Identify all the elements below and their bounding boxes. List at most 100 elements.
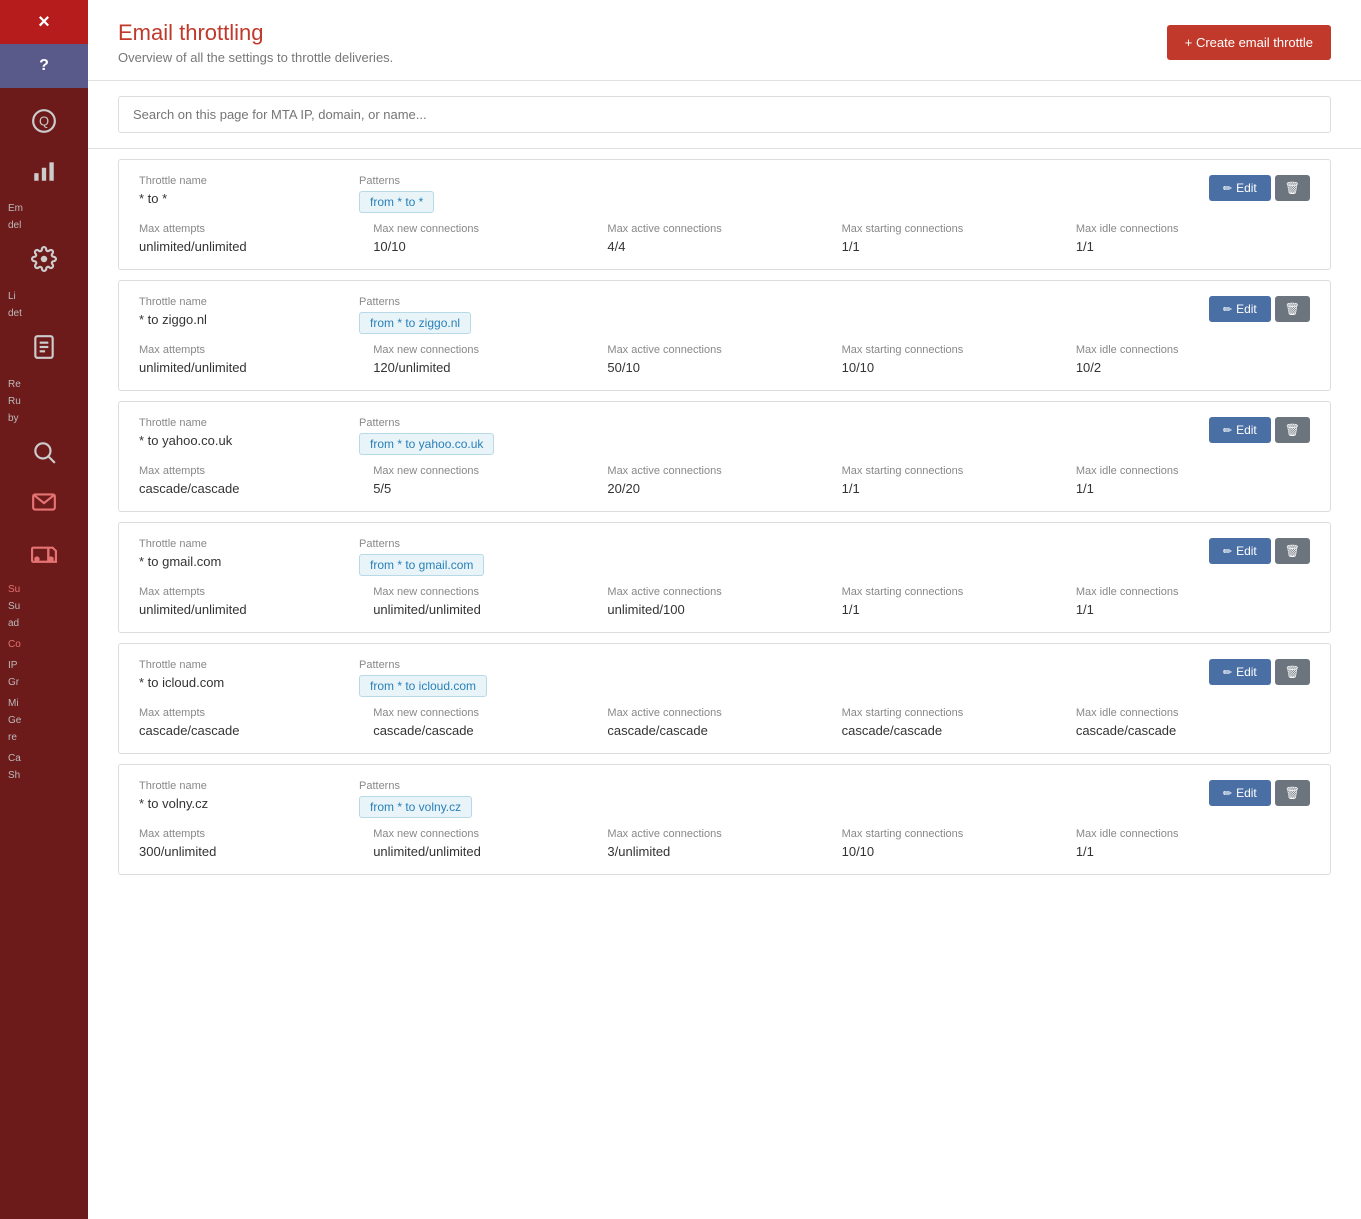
delete-icon: 🗑 (1285, 544, 1300, 558)
truck-icon (31, 539, 57, 565)
throttle-name-label: Throttle name (139, 296, 319, 308)
stat-col: Max active connections 4/4 (607, 223, 841, 254)
stat-label: Max starting connections (842, 828, 1076, 840)
pattern-tag: from * to gmail.com (359, 554, 484, 576)
stat-col: Max starting connections 10/10 (842, 344, 1076, 375)
nav-item-em[interactable]: Em (0, 200, 88, 217)
stat-value: 10/10 (842, 360, 1076, 375)
stat-value: 1/1 (1076, 481, 1310, 496)
nav-item-su[interactable]: Su (0, 581, 88, 598)
nav-item-re2[interactable]: re (0, 729, 88, 746)
doc-nav-icon[interactable] (0, 322, 88, 372)
delete-button[interactable]: 🗑 (1275, 175, 1310, 201)
stat-value: cascade/cascade (139, 481, 373, 496)
bar-chart-icon (31, 158, 57, 184)
settings-nav-icon[interactable] (0, 234, 88, 284)
stat-label: Max active connections (607, 828, 841, 840)
mail-icon (31, 489, 57, 515)
throttle-name-label: Throttle name (139, 417, 319, 429)
nav-item-del[interactable]: del (0, 217, 88, 234)
delete-button[interactable]: 🗑 (1275, 417, 1310, 443)
stat-col: Max attempts 300/unlimited (139, 828, 373, 859)
sidebar: × ? Q Em del (0, 0, 88, 1219)
nav-item-mi[interactable]: Mi (0, 695, 88, 712)
throttle-card: Throttle name * to gmail.com Patterns fr… (118, 522, 1331, 633)
throttle-patterns-section: Patterns from * to * (359, 175, 1209, 213)
edit-button[interactable]: ✏ Edit (1209, 780, 1271, 806)
edit-icon: ✏ (1223, 424, 1232, 437)
stat-value: unlimited/100 (607, 602, 841, 617)
nav-item-sh[interactable]: Sh (0, 767, 88, 784)
throttle-patterns-section: Patterns from * to icloud.com (359, 659, 1209, 697)
throttle-stats: Max attempts unlimited/unlimited Max new… (139, 223, 1310, 254)
stat-label: Max idle connections (1076, 828, 1310, 840)
pattern-tag: from * to volny.cz (359, 796, 472, 818)
close-button[interactable]: × (0, 0, 88, 44)
throttle-card-actions: ✏ Edit 🗑 (1209, 175, 1310, 201)
create-throttle-button[interactable]: + Create email throttle (1167, 25, 1331, 60)
delete-button[interactable]: 🗑 (1275, 296, 1310, 322)
patterns-label: Patterns (359, 296, 1209, 308)
stat-value: unlimited/unlimited (373, 602, 607, 617)
throttle-name-value: * to yahoo.co.uk (139, 433, 319, 448)
edit-button[interactable]: ✏ Edit (1209, 175, 1271, 201)
throttle-card-actions: ✏ Edit 🗑 (1209, 296, 1310, 322)
throttle-card: Throttle name * to yahoo.co.uk Patterns … (118, 401, 1331, 512)
mail-nav-icon[interactable] (0, 477, 88, 527)
nav-group-su: Su Su ad (0, 581, 88, 632)
stat-col: Max active connections 50/10 (607, 344, 841, 375)
throttle-name-value: * to * (139, 191, 319, 206)
throttle-card-left: Throttle name * to yahoo.co.uk Patterns … (139, 417, 1209, 455)
nav-item-li[interactable]: Li (0, 288, 88, 305)
delete-button[interactable]: 🗑 (1275, 780, 1310, 806)
delete-button[interactable]: 🗑 (1275, 538, 1310, 564)
stat-value: cascade/cascade (1076, 723, 1310, 738)
edit-button[interactable]: ✏ Edit (1209, 296, 1271, 322)
edit-label: Edit (1236, 544, 1257, 558)
stat-col: Max starting connections cascade/cascade (842, 707, 1076, 738)
nav-item-su2[interactable]: Su (0, 598, 88, 615)
delete-button[interactable]: 🗑 (1275, 659, 1310, 685)
throttle-stats: Max attempts 300/unlimited Max new conne… (139, 828, 1310, 859)
delete-icon: 🗑 (1285, 786, 1300, 800)
nav-group-ca: Ca Sh (0, 750, 88, 784)
throttle-patterns-section: Patterns from * to volny.cz (359, 780, 1209, 818)
chart-nav-icon[interactable] (0, 146, 88, 196)
throttle-card-actions: ✏ Edit 🗑 (1209, 417, 1310, 443)
stat-label: Max starting connections (842, 586, 1076, 598)
stat-value: 3/unlimited (607, 844, 841, 859)
edit-button[interactable]: ✏ Edit (1209, 417, 1271, 443)
pattern-tag: from * to * (359, 191, 434, 213)
help-button[interactable]: ? (0, 44, 88, 88)
delivery-nav-icon[interactable] (0, 527, 88, 577)
edit-button[interactable]: ✏ Edit (1209, 659, 1271, 685)
nav-item-ge[interactable]: Ge (0, 712, 88, 729)
nav-item-li-det[interactable]: det (0, 305, 88, 322)
logo-icon[interactable]: Q (0, 96, 88, 146)
nav-item-gr[interactable]: Gr (0, 674, 88, 691)
stat-label: Max active connections (607, 586, 841, 598)
nav-item-ca[interactable]: Ca (0, 750, 88, 767)
nav-item-re[interactable]: Re (0, 376, 88, 393)
stat-label: Max attempts (139, 344, 373, 356)
throttle-name-section: Throttle name * to gmail.com (139, 538, 319, 569)
nav-item-by[interactable]: by (0, 410, 88, 427)
search-nav-icon[interactable] (0, 427, 88, 477)
stat-label: Max idle connections (1076, 344, 1310, 356)
throttle-card-actions: ✏ Edit 🗑 (1209, 780, 1310, 806)
nav-item-ru[interactable]: Ru (0, 393, 88, 410)
nav-item-ip[interactable]: IP (0, 657, 88, 674)
stat-label: Max new connections (373, 707, 607, 719)
app-container: × ? Q Em del (0, 0, 1361, 1219)
pattern-tag: from * to yahoo.co.uk (359, 433, 494, 455)
delete-icon: 🗑 (1285, 181, 1300, 195)
stat-value: 4/4 (607, 239, 841, 254)
nav-item-ad[interactable]: ad (0, 615, 88, 632)
stat-label: Max attempts (139, 586, 373, 598)
stat-label: Max new connections (373, 586, 607, 598)
stat-col: Max starting connections 1/1 (842, 465, 1076, 496)
edit-button[interactable]: ✏ Edit (1209, 538, 1271, 564)
search-input[interactable] (118, 96, 1331, 133)
stat-label: Max starting connections (842, 223, 1076, 235)
nav-item-co[interactable]: Co (0, 636, 88, 653)
